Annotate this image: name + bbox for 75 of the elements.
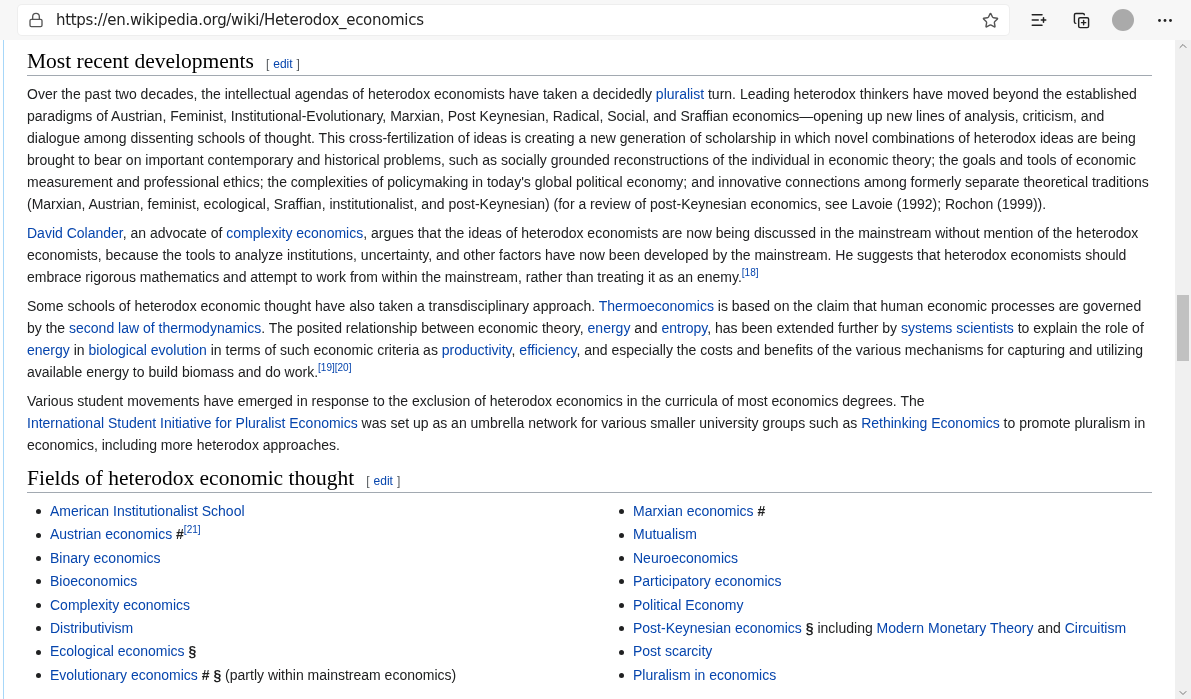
list-text: and [1036,620,1062,637]
bracket-text: [ [366,474,370,488]
paragraph: David Colander, an advocate of complexity economics, argues that the ideas of heterodox economists are now being discussed in the mainstream without mention of the heterodox economists, because the tools to analyze institutions, uncertainty, and other factors have now been developed by the mainstream. He suggests that heterodox economists should embrace rigorous mathematics and attempt to work from within the mainstream, rather than treating it as an enemy.$^{[18]}$ [27,224,1140,287]
bullet-icon [36,673,41,679]
bracket-text: [ [265,57,270,71]
link[interactable]: pluralist [655,86,705,102]
link[interactable]: systems scientists [901,320,1014,336]
link[interactable]: Marxian economics [633,503,754,519]
citation-link[interactable]: [20] [334,362,352,374]
more-icon [1158,18,1172,22]
url-text: https://en.wikipedia.org/wiki/Heterodox_economics [56,11,425,29]
scroll-thumb[interactable] [1177,295,1189,361]
bullet-icon [36,509,41,515]
link[interactable]: Bioeconomics [50,573,138,590]
link[interactable]: Thermoeconomics [598,298,714,314]
section-heading: Fields of heterodox economic thought [27,466,355,491]
bullet-icon [619,556,624,561]
bullet-icon [36,649,41,655]
bullet-icon [619,673,624,679]
list-text: § including [804,620,874,637]
link[interactable]: Political Economy [633,596,744,613]
edit-link[interactable]: edit [373,474,393,488]
lock-icon [28,12,44,28]
bracket-text: ] [396,474,401,488]
link[interactable]: Ecological economics [50,643,185,660]
bullet-icon [36,532,41,538]
bullet-icon [36,556,41,561]
link[interactable]: Neuroeconomics [633,549,739,566]
list-star-icon [1030,11,1048,29]
link[interactable]: energy [27,342,70,358]
paragraph: Various student movements have emerged in response to the exclusion of heterodox economics in the curricula of most economics degrees. The International Student Initiative for Pluralist Economics was set up as an umbrella network for various smaller university groups such as Rethinking Economics to promote pluralism in economics, including more heterodox approaches. [27,392,1147,455]
link[interactable]: energy [587,320,631,336]
paragraph: Over the past two decades, the intellectual agendas of heterodox economists have taken a decidedly pluralist turn. Leading heterodox thinkers have moved beyond the established paradigms of Austrian, Feminist, Institutional-Evolutionary, Marxian, Post Keynesian, Radical, Social, and Sraffian economics—opening up new lines of analysis, criticism, and dialogue among dissenting schools of thought. This cross-fertilization of ideas is creating a new generation of scholarship in which novel combinations of heterodox ideas are being brought to bear on important contemporary and historical problems, such as socially grounded reconstructions of the individual in economic theory; the goals and tools of economic measurement and professional ethics; the complexities of policymaking in today's global political economy; and innovative connections among formerly separate theoretical traditions (Marxian, Austrian, feminist, ecological, Sraffian, institutionalist, and post-Keynesian) (for a review of post-Keynesian economics, see Lavoie (1992); Rochon (1999)). [27,85,1150,214]
section-heading: Most recent developments [27,49,254,74]
scrollbar[interactable] [1175,40,1191,699]
link[interactable]: Modern Monetary Theory [876,620,1034,637]
bullet-icon [619,509,624,515]
link[interactable]: Evolutionary economics [50,666,198,683]
list-text: # [756,503,766,519]
list-text: # § (partly within mainstream economics) [200,666,457,683]
bracket-text: ] [296,57,300,71]
list-text: # [175,526,184,543]
bullet-icon [36,626,41,632]
link[interactable]: Post-Keynesian economics [633,620,802,637]
link[interactable]: Mutualism [633,526,697,543]
link[interactable]: David Colander [27,225,123,241]
bullet-icon [619,649,624,655]
link[interactable]: productivity [441,342,512,358]
citation-link[interactable]: [21] [183,524,201,536]
link[interactable]: International Student Initiative for Pluralist Economics [27,415,358,431]
link[interactable]: Pluralism in economics [633,666,777,683]
bullet-icon [619,579,624,585]
bullet-icon [619,532,624,538]
link[interactable]: Participatory economics [633,573,782,590]
collections-icon [1072,11,1090,29]
star-icon[interactable] [982,11,999,29]
edit-link[interactable]: edit [273,57,293,71]
citation-link[interactable]: [19] [318,362,335,374]
bullet-icon [619,626,624,632]
address-bar[interactable]: https://en.wikipedia.org/wiki/Heterodox_economics [18,5,1009,35]
list-text: § [187,643,197,660]
bullet-icon [36,579,41,585]
link[interactable]: Rethinking Economics [861,415,1000,431]
link[interactable]: Austrian economics [50,526,173,543]
link[interactable]: Binary economics [50,549,161,566]
link[interactable]: Post scarcity [633,643,713,660]
link[interactable]: American Institutionalist School [50,503,245,519]
link[interactable]: Complexity economics [50,596,191,613]
link[interactable]: Circuitism [1064,620,1127,637]
bullet-icon [619,602,624,608]
link[interactable]: biological evolution [88,342,207,358]
citation-link[interactable]: [18] [741,267,759,279]
bullet-icon [36,602,41,608]
link[interactable]: Distributivism [50,620,134,637]
avatar-icon [1112,9,1134,31]
